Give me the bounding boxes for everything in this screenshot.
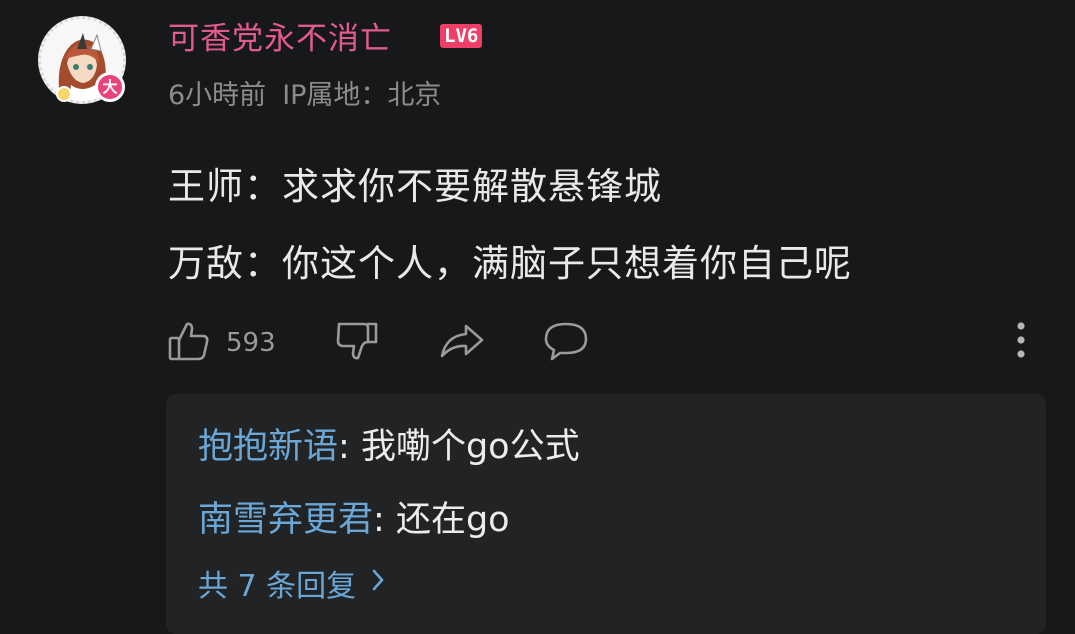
comment-time: 6小時前 xyxy=(168,80,267,111)
reply-item[interactable]: 抱抱新语: 我嘞个go公式 xyxy=(198,418,580,469)
reply-preview-box[interactable]: 抱抱新语: 我嘞个go公式 南雪弃更君: 还在go 共 7 条回复 xyxy=(166,394,1046,634)
more-vertical-icon xyxy=(1006,318,1036,368)
level-badge: LV6 xyxy=(440,24,483,48)
reply-author[interactable]: 抱抱新语 xyxy=(198,427,338,467)
avatar[interactable]: 大 xyxy=(38,16,128,106)
comment-text-line: 万敌：你这个人，满脑子只想着你自己呢 xyxy=(168,242,852,285)
comment-meta: 6小時前 IP属地：北京 xyxy=(168,73,441,112)
share-button[interactable] xyxy=(438,320,486,366)
reply-item[interactable]: 南雪弃更君: 还在go xyxy=(198,491,510,542)
more-options-button[interactable] xyxy=(1006,320,1036,366)
reply-separator: : xyxy=(373,500,396,540)
thumbs-down-icon xyxy=(334,318,380,368)
view-all-replies-link[interactable]: 共 7 条回复 xyxy=(198,561,386,605)
action-bar: 593 xyxy=(0,320,1075,370)
like-button[interactable]: 593 xyxy=(166,320,276,366)
ip-location: IP属地：北京 xyxy=(282,80,442,111)
comment-text-line: 王师：求求你不要解散悬锋城 xyxy=(168,165,662,208)
username[interactable]: 可香党永不消亡 xyxy=(168,13,392,58)
dislike-button[interactable] xyxy=(334,320,380,366)
chevron-right-icon xyxy=(370,566,386,601)
reply-text: 还在go xyxy=(395,500,510,540)
reply-separator: : xyxy=(338,427,361,467)
thumbs-up-icon xyxy=(166,318,212,368)
comment-button[interactable] xyxy=(542,320,590,366)
view-all-replies-label: 共 7 条回复 xyxy=(198,569,357,604)
share-icon xyxy=(438,318,486,368)
reply-text: 我嘞个go公式 xyxy=(360,427,580,467)
avatar-badge: 大 xyxy=(95,72,125,102)
avatar-status-dot xyxy=(56,86,72,102)
reply-author[interactable]: 南雪弃更君 xyxy=(198,500,373,540)
comment-icon xyxy=(542,318,590,368)
like-count: 593 xyxy=(226,328,276,358)
